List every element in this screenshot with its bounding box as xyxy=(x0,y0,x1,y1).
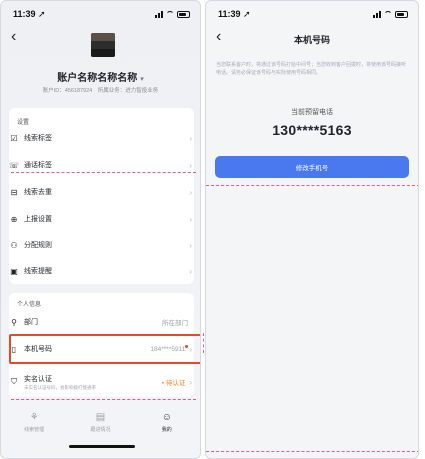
account-business: 所属业务：进力智投业务 xyxy=(97,88,159,94)
smile-icon: ☺ xyxy=(161,411,172,423)
checkbox-icon: ☑ xyxy=(10,133,18,143)
chevron-right-icon: › xyxy=(189,266,192,276)
location-arrow-icon: ➚ xyxy=(243,8,251,19)
account-name[interactable]: 账户名称名称名称 ▾ xyxy=(1,69,200,84)
wifi-icon xyxy=(384,11,392,17)
realname-hint: 未实名认证号码，会影响拨打接通率 xyxy=(24,384,96,390)
status-bar: 11:39 ➚ xyxy=(13,7,190,21)
back-button[interactable]: ‹ xyxy=(11,29,16,45)
chevron-right-icon: › xyxy=(189,240,192,250)
chevron-down-icon: ▾ xyxy=(140,76,144,83)
status-icons xyxy=(155,10,190,18)
chevron-right-icon: › xyxy=(189,187,192,197)
settings-item-reminder[interactable]: ▣ 线索提醒 › xyxy=(9,262,192,280)
battery-icon xyxy=(177,10,190,18)
annotation-dot xyxy=(185,345,188,348)
pending-badge: • 待认证 xyxy=(161,380,186,387)
chevron-right-icon: › xyxy=(189,160,192,170)
settings-item-lead-tags[interactable]: ☑ 线索标签 › xyxy=(9,129,192,147)
wifi-icon xyxy=(166,11,174,17)
tab-mine[interactable]: ☺ 我的 xyxy=(142,412,192,433)
notice-text: 当您联系客户时，将通过该号码打给中间号；当您收到客户回拨时，将使用该号码接听电话… xyxy=(216,62,407,76)
phone-number-screen: 11:39 ➚ ‹ 本机号码 当您联系客户时，将通过该号码打给中间号；当您收到客… xyxy=(205,0,419,459)
settings-item-report[interactable]: ⊕ 上报设置 › xyxy=(9,210,192,228)
account-id: 账户ID：456187924 xyxy=(42,88,93,94)
user-icon: ⚲ xyxy=(11,317,17,327)
leads-icon: ⚘ xyxy=(29,411,39,423)
personal-section-label: 个人信息 xyxy=(17,302,42,308)
profile-screen: 11:39 ➚ ‹ 账户名称名称名称 ▾ 账户ID：456187924 所属业务：… xyxy=(0,0,201,459)
annotation-dashed-line xyxy=(206,185,418,186)
annotation-dashed-line xyxy=(11,172,196,173)
current-phone-number: 130****5163 xyxy=(272,122,352,138)
modify-phone-button[interactable]: 修改手机号 xyxy=(215,156,409,178)
reminder-icon: ▣ xyxy=(10,266,18,276)
personal-item-department[interactable]: ⚲ 部门 所在部门 xyxy=(9,313,192,331)
bottom-tab-bar: ⚘ 线索管理 ▤ 跟进情况 ☺ 我的 xyxy=(1,405,200,439)
status-icons xyxy=(373,10,408,18)
status-time: 11:39 ➚ xyxy=(13,8,46,19)
settings-item-assign-rules[interactable]: ⚇ 分配规则 › xyxy=(9,236,192,254)
status-bar: 11:39 ➚ xyxy=(218,7,408,21)
current-phone-label: 当前预留电话 xyxy=(291,109,333,116)
upload-icon: ⊕ xyxy=(10,214,18,224)
list-icon: ▤ xyxy=(95,411,106,423)
chevron-right-icon: › xyxy=(189,377,192,387)
chevron-right-icon: › xyxy=(189,214,192,224)
annotation-connector xyxy=(201,333,204,353)
users-icon: ⚇ xyxy=(10,240,18,250)
signal-icon xyxy=(373,10,381,18)
status-time: 11:39 ➚ xyxy=(218,8,251,19)
tab-follow-up[interactable]: ▤ 跟进情况 xyxy=(75,412,125,433)
battery-icon xyxy=(395,10,408,18)
annotation-highlight-box xyxy=(9,334,200,364)
signal-icon xyxy=(155,10,163,18)
tab-lead-management[interactable]: ⚘ 线索管理 xyxy=(9,412,59,433)
settings-item-dedup[interactable]: ⊟ 线索去重 › xyxy=(9,183,192,201)
home-indicator xyxy=(69,445,135,448)
phone-icon: ☏ xyxy=(9,160,20,170)
chevron-right-icon: › xyxy=(189,133,192,143)
annotation-dashed-line xyxy=(11,399,196,400)
shield-icon: ⛉ xyxy=(11,377,17,386)
personal-item-realname[interactable]: ⛉ 实名认证 未实名认证号码，会影响拨打接通率 • 待认证 › xyxy=(9,371,192,393)
annotation-dashed-line xyxy=(206,451,418,452)
page-title: 本机号码 xyxy=(293,35,330,45)
dedup-icon: ⊟ xyxy=(10,187,18,197)
location-arrow-icon: ➚ xyxy=(38,8,46,19)
account-meta: 账户ID：456187924 所属业务：进力智投业务 xyxy=(1,86,200,94)
avatar[interactable] xyxy=(91,33,115,57)
settings-section-label: 设置 xyxy=(17,120,30,126)
